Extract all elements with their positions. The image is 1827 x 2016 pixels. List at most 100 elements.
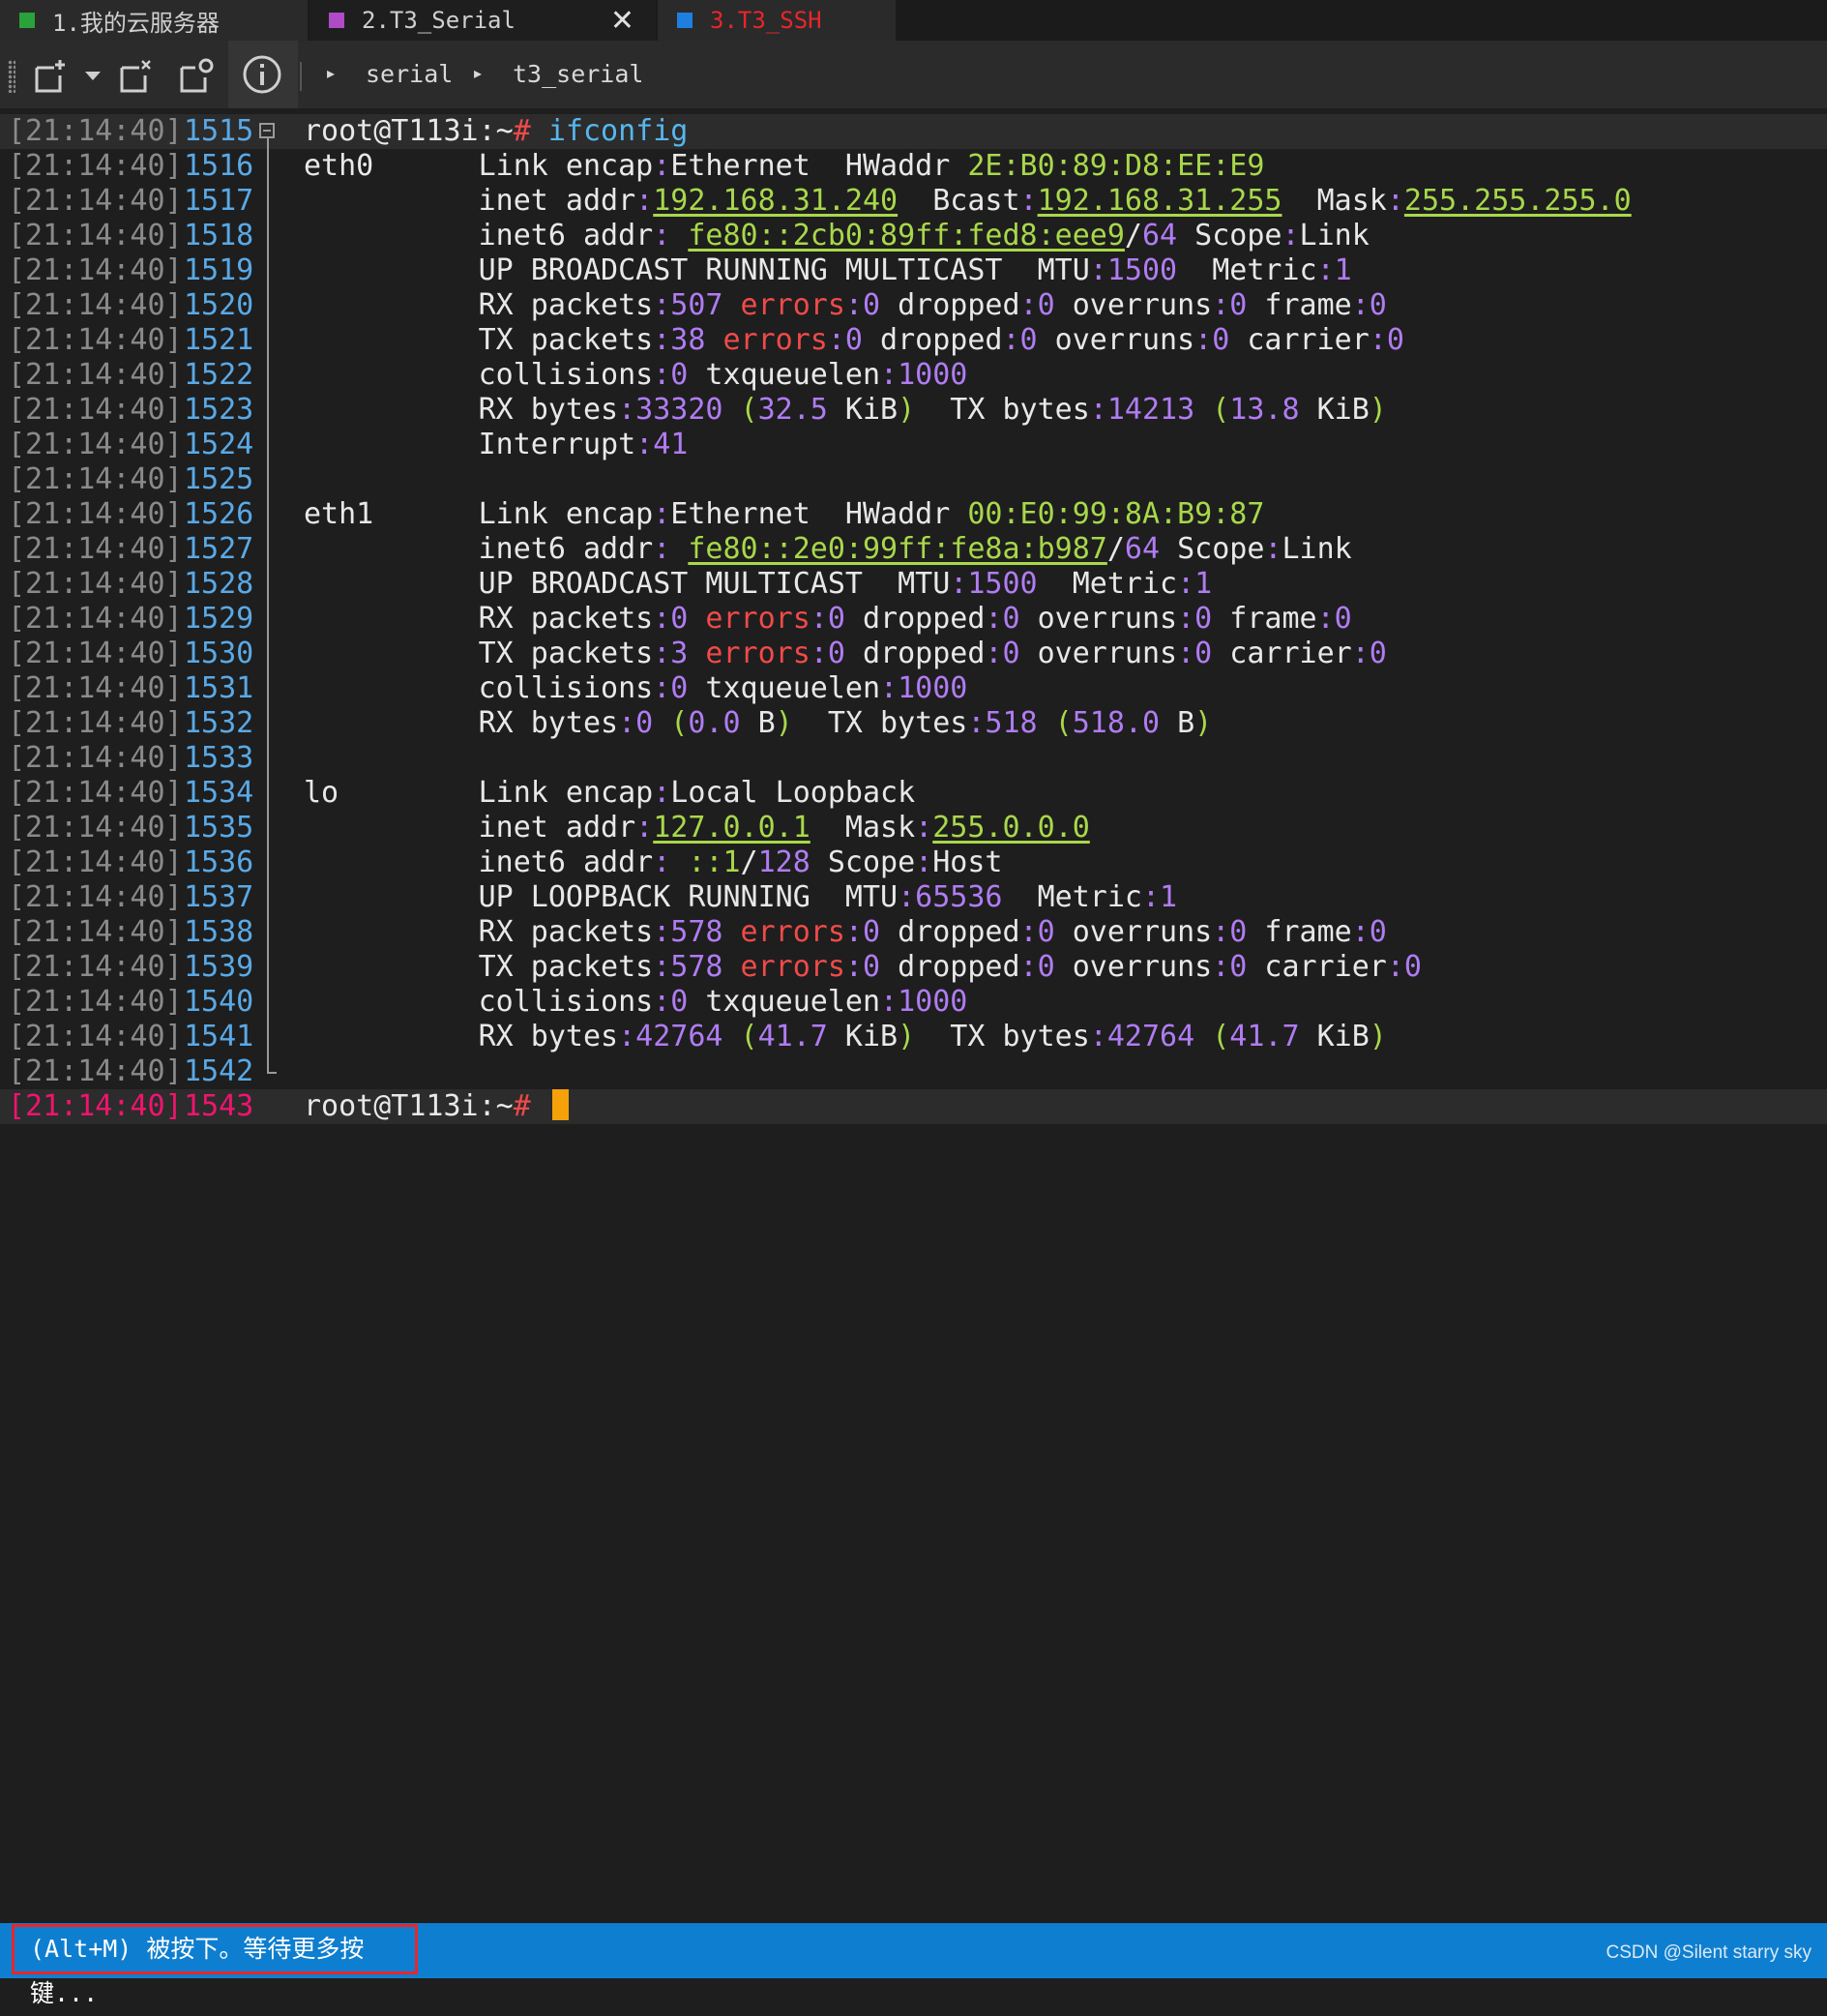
terminal-line: [21:14:40] 1525 — [0, 462, 1827, 497]
line-timestamp: [21:14:40] — [8, 323, 183, 357]
line-text: RX packets:0 errors:0 dropped:0 overruns… — [304, 602, 1352, 636]
tab-t3-ssh[interactable]: 3.T3_SSH — [658, 0, 896, 41]
line-number: 1529 — [184, 602, 254, 636]
line-number: 1522 — [184, 358, 254, 392]
line-number: 1520 — [184, 288, 254, 322]
line-text: inet6 addr: fe80::2cb0:89ff:fed8:eee9/64… — [304, 219, 1370, 252]
line-number: 1538 — [184, 915, 254, 949]
line-timestamp: [21:14:40] — [8, 671, 183, 705]
terminal-line: [21:14:40] 1533 — [0, 741, 1827, 776]
line-timestamp: [21:14:40] — [8, 706, 183, 740]
breadcrumb-arrow-icon: ▸ — [474, 64, 483, 82]
terminal-line: [21:14:40] 1540 collisions:0 txqueuelen:1… — [0, 985, 1827, 1020]
terminal-line: [21:14:40] 1522 collisions:0 txqueuelen:1… — [0, 358, 1827, 393]
breadcrumb-arrow-icon: ▸ — [327, 64, 336, 82]
line-number: 1519 — [184, 253, 254, 287]
line-number: 1525 — [184, 462, 254, 496]
line-text: collisions:0 txqueuelen:1000 — [304, 985, 968, 1019]
line-number: 1523 — [184, 393, 254, 427]
line-number: 1535 — [184, 811, 254, 845]
terminal-line: [21:14:40] 1530 TX packets:3 errors:0 dro… — [0, 637, 1827, 671]
tab-label: 1.我的云服务器 — [52, 9, 220, 37]
session-color-icon — [19, 13, 35, 28]
grip-icon[interactable] — [8, 60, 15, 93]
line-number: 1521 — [184, 323, 254, 357]
line-text: root@T113i:~# ifconfig — [304, 114, 689, 148]
line-text: Interrupt:41 — [304, 428, 689, 461]
tab-t3-serial[interactable]: 2.T3_Serial ✕ — [309, 0, 656, 41]
terminal-line: [21:14:40] 1531 collisions:0 txqueuelen:1… — [0, 671, 1827, 706]
line-timestamp: [21:14:40] — [8, 1089, 183, 1123]
line-timestamp: [21:14:40] — [8, 497, 183, 531]
line-text: TX packets:3 errors:0 dropped:0 overruns… — [304, 637, 1387, 670]
line-text: UP LOOPBACK RUNNING MTU:65536 Metric:1 — [304, 880, 1178, 914]
line-timestamp: [21:14:40] — [8, 253, 183, 287]
breadcrumb-serial[interactable]: serial — [366, 60, 453, 88]
fold-guide-end — [267, 1072, 277, 1074]
line-number: 1543 — [184, 1089, 254, 1123]
close-tab-icon[interactable]: ✕ — [610, 4, 634, 38]
line-text: RX packets:578 errors:0 dropped:0 overru… — [304, 915, 1387, 949]
line-timestamp: [21:14:40] — [8, 462, 183, 496]
line-text: UP BROADCAST RUNNING MULTICAST MTU:1500 … — [304, 253, 1352, 287]
line-timestamp: [21:14:40] — [8, 567, 183, 601]
tab-label: 3.T3_SSH — [710, 7, 822, 34]
line-number: 1515 — [184, 114, 254, 148]
line-timestamp: [21:14:40] — [8, 602, 183, 636]
info-icon — [243, 55, 281, 94]
line-timestamp: [21:14:40] — [8, 393, 183, 427]
line-text: RX packets:507 errors:0 dropped:0 overru… — [304, 288, 1387, 322]
terminal-cursor — [551, 1089, 569, 1120]
line-number: 1518 — [184, 219, 254, 252]
terminal-line: [21:14:40] 1536 inet6 addr: ::1/128 Scope… — [0, 845, 1827, 880]
terminal-line: [21:14:40] 1527 inet6 addr: fe80::2e0:99f… — [0, 532, 1827, 567]
line-number: 1540 — [184, 985, 254, 1019]
terminal-line: [21:14:40] 1518 inet6 addr: fe80::2cb0:89… — [0, 219, 1827, 253]
watermark: CSDN @Silent starry sky — [1606, 1942, 1812, 1963]
line-timestamp: [21:14:40] — [8, 1020, 183, 1053]
line-timestamp: [21:14:40] — [8, 915, 183, 949]
collapse-fold-icon[interactable] — [259, 123, 275, 138]
line-number: 1542 — [184, 1054, 254, 1088]
session-color-icon — [677, 13, 692, 28]
line-timestamp: [21:14:40] — [8, 985, 183, 1019]
terminal-line: [21:14:40] 1537 UP LOOPBACK RUNNING MTU:6… — [0, 880, 1827, 915]
session-color-icon — [329, 13, 344, 28]
line-text: inet addr:127.0.0.1 Mask:255.0.0.0 — [304, 811, 1090, 845]
terminal-line: [21:14:40] 1528 UP BROADCAST MULTICAST MT… — [0, 567, 1827, 602]
line-text: inet addr:192.168.31.240 Bcast:192.168.3… — [304, 184, 1632, 218]
toolbar: ▸ serial ▸ t3_serial — [0, 41, 1827, 108]
info-button[interactable] — [228, 41, 298, 108]
line-number: 1524 — [184, 428, 254, 461]
line-number: 1537 — [184, 880, 254, 914]
terminal-line: [21:14:40] 1539 TX packets:578 errors:0 d… — [0, 950, 1827, 985]
line-timestamp: [21:14:40] — [8, 358, 183, 392]
line-text: collisions:0 txqueuelen:1000 — [304, 671, 968, 705]
terminal-line: [21:14:40] 1523 RX bytes:33320 (32.5 KiB)… — [0, 393, 1827, 428]
line-text: inet6 addr: fe80::2e0:99ff:fe8a:b987/64 … — [304, 532, 1352, 566]
terminal-line: [21:14:40] 1517 inet addr:192.168.31.240 … — [0, 184, 1827, 219]
tab-label: 2.T3_Serial — [362, 7, 516, 34]
line-text: collisions:0 txqueuelen:1000 — [304, 358, 968, 392]
line-timestamp: [21:14:40] — [8, 114, 183, 148]
line-timestamp: [21:14:40] — [8, 428, 183, 461]
line-timestamp: [21:14:40] — [8, 219, 183, 252]
terminal-line: [21:14:40] 1520 RX packets:507 errors:0 d… — [0, 288, 1827, 323]
line-text: TX packets:578 errors:0 dropped:0 overru… — [304, 950, 1422, 984]
new-session-icon[interactable] — [33, 56, 72, 95]
line-number: 1531 — [184, 671, 254, 705]
terminal-line: [21:14:40] 1538 RX packets:578 errors:0 d… — [0, 915, 1827, 950]
line-timestamp: [21:14:40] — [8, 845, 183, 879]
line-number: 1526 — [184, 497, 254, 531]
tab-my-cloud-server[interactable]: 1.我的云服务器 — [0, 0, 308, 41]
duplicate-session-icon[interactable] — [178, 56, 217, 95]
line-number: 1528 — [184, 567, 254, 601]
dropdown-chevron-icon[interactable] — [83, 70, 103, 83]
line-timestamp: [21:14:40] — [8, 741, 183, 775]
line-number: 1530 — [184, 637, 254, 670]
breadcrumb-t3-serial[interactable]: t3_serial — [513, 60, 643, 88]
terminal-line: [21:14:40] 1532 RX bytes:0 (0.0 B) TX byt… — [0, 706, 1827, 741]
close-session-icon[interactable] — [118, 56, 157, 95]
terminal-line: [21:14:40] 1516 eth0 Link encap:Ethernet H… — [0, 149, 1827, 184]
line-timestamp: [21:14:40] — [8, 637, 183, 670]
